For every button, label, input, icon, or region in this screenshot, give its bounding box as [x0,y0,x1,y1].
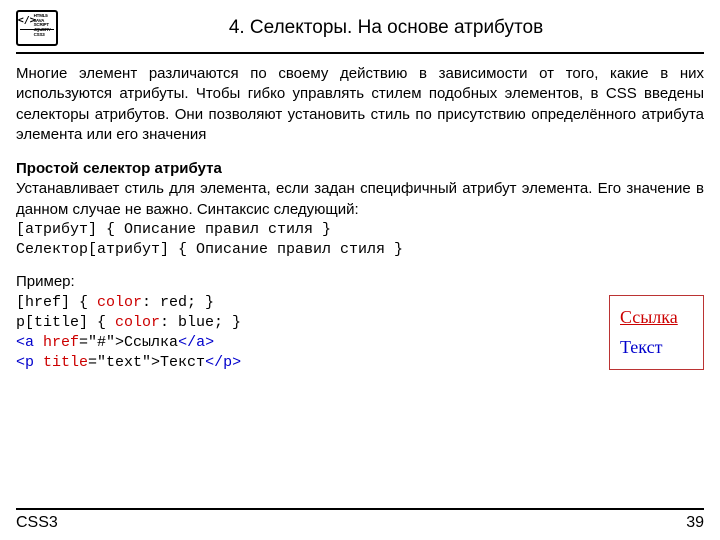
spacer [16,260,704,272]
slide-content: Многие элемент различаются по своему дей… [16,54,704,508]
example-row: [href] { color: red; } p[title] { color:… [16,293,704,374]
slide-header: </> HTML5 JAVA SCRIPT JQUERY CSS3 4. Сел… [16,10,704,54]
syntax-line-1: [атрибут] { Описание правил стиля } [16,220,704,240]
example-line-2: p[title] { color: blue; } [16,313,603,333]
page-number: 39 [686,514,704,532]
example-line-1: [href] { color: red; } [16,293,603,313]
slide-footer: CSS3 39 [16,508,704,532]
slide: </> HTML5 JAVA SCRIPT JQUERY CSS3 4. Сел… [0,0,720,540]
rendered-link: Ссылка [620,302,693,333]
code-icon: </> [20,14,34,28]
rendered-text: Текст [620,332,693,363]
section-description: Устанавливает стиль для элемента, если з… [16,179,704,220]
logo-text: HTML5 JAVA SCRIPT JQUERY CSS3 [34,14,54,28]
rendered-output-box: Ссылка Текст [609,295,704,370]
intro-paragraph: Многие элемент различаются по своему дей… [16,64,704,145]
example-code: [href] { color: red; } p[title] { color:… [16,293,603,374]
section-subheading: Простой селектор атрибута [16,159,704,179]
syntax-line-2: Селектор[атрибут] { Описание правил стил… [16,240,704,260]
logo-divider [20,29,54,42]
footer-left: CSS3 [16,514,58,532]
example-label: Пример: [16,272,704,292]
tech-logo: </> HTML5 JAVA SCRIPT JQUERY CSS3 [16,10,58,46]
slide-title: 4. Селекторы. На основе атрибутов [68,17,704,39]
example-line-4: <p title="text">Текст</p> [16,353,603,373]
example-line-3: <a href="#">Ссылка</a> [16,333,603,353]
